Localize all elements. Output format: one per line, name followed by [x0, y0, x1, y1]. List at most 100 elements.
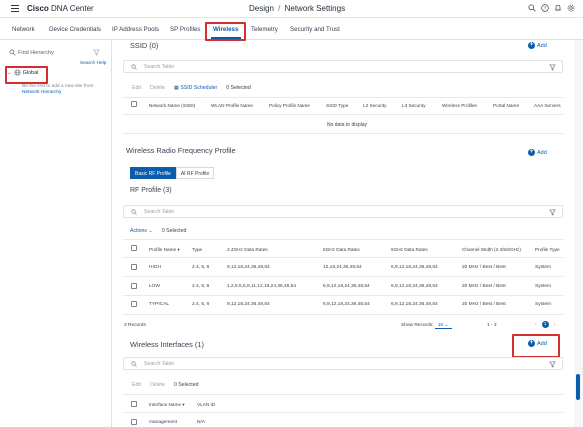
current-page[interactable]: 1 — [541, 321, 549, 328]
col-type[interactable]: Type — [192, 247, 202, 252]
rf-page-range: 1 - 3 — [487, 323, 497, 328]
help-icon[interactable]: ? — [541, 4, 549, 12]
add-rf-profile-button[interactable]: + Add — [528, 149, 547, 156]
wi-actions-bar: Edit Delete 0 Selected — [132, 382, 198, 388]
col-wireless-profiles[interactable]: Wireless Profiles — [442, 103, 477, 108]
rf-profile-type-toggle: Basic RF Profile AI RF Profile — [130, 167, 215, 179]
rf-select-all-checkbox[interactable] — [131, 245, 137, 251]
col-profile-name[interactable]: Profile Name ▾ — [149, 247, 180, 253]
tab-telemetry[interactable]: Telemetry — [251, 26, 278, 33]
search-icon — [9, 49, 16, 56]
rf-selected-count: 0 Selected — [161, 228, 187, 234]
rf-pagination: ‹ 1 › — [535, 321, 555, 328]
tab-ip-address-pools[interactable]: IP Address Pools — [112, 26, 159, 33]
ssid-scheduler-button[interactable]: ▦ SSID Scheduler — [174, 85, 217, 91]
filter-icon[interactable] — [549, 361, 556, 368]
wi-select-all-checkbox[interactable] — [131, 401, 137, 407]
ssid-search-input[interactable]: Search Table — [123, 60, 563, 73]
page-scrollbar[interactable] — [574, 40, 583, 427]
scrollbar-thumb[interactable] — [576, 374, 580, 400]
ssid-empty-message: No data to display — [327, 122, 368, 128]
highlight-global-node — [5, 66, 48, 84]
wi-edit-button[interactable]: Edit — [132, 382, 141, 388]
tab-device-credentials[interactable]: Device Credentials — [49, 26, 101, 33]
col-profile-type[interactable]: Profile Type — [535, 247, 560, 252]
col-portal-name[interactable]: Portal Name — [493, 103, 519, 108]
rf-record-count: 3 Records — [124, 323, 146, 328]
svg-text:?: ? — [544, 6, 547, 11]
ssid-selected-count: 0 Selected — [226, 85, 251, 91]
col-interface-name[interactable]: Interface Name ▾ — [149, 402, 185, 408]
network-hierarchy-link[interactable]: Network Hierarchy — [22, 90, 108, 96]
search-icon[interactable] — [528, 4, 536, 12]
plus-icon: + — [528, 42, 535, 49]
empty-hierarchy-hint: Be the first to add a new site from Netw… — [22, 84, 108, 96]
notifications-icon[interactable] — [554, 4, 562, 12]
ssid-actions-bar: Edit Delete ▦ SSID Scheduler 0 Selected — [132, 85, 251, 91]
rf-actions-dropdown[interactable]: Actions ⌄ — [130, 228, 153, 234]
rf-section-title: Wireless Radio Frequency Profile — [126, 146, 236, 155]
col-ssid-type[interactable]: SSID Type — [326, 103, 348, 108]
row-checkbox[interactable] — [131, 264, 137, 270]
search-icon — [131, 209, 137, 215]
ssid-edit-button[interactable]: Edit — [132, 85, 141, 91]
next-page-icon[interactable]: › — [554, 322, 556, 328]
highlight-add-interface — [512, 334, 560, 358]
search-help-link[interactable]: Search Help — [80, 61, 106, 66]
col-l3-security[interactable]: L3 Security — [402, 103, 425, 108]
product-title: Cisco DNA Center — [27, 4, 94, 13]
ssid-delete-button[interactable]: Delete — [150, 85, 165, 91]
col-vlan-id[interactable]: VLAN ID — [197, 402, 215, 407]
ai-rf-profile-tab[interactable]: AI RF Profile — [175, 167, 215, 179]
col-channel-width[interactable]: Channel Width (2.4/5/6GHz) — [462, 247, 521, 252]
rf-search-input[interactable]: Search Table — [123, 205, 563, 218]
hierarchy-panel — [0, 40, 112, 427]
wi-search-input[interactable]: Search Table — [123, 357, 563, 370]
settings-icon[interactable] — [567, 4, 575, 12]
settings-tabs: Network Device Credentials IP Address Po… — [0, 20, 583, 40]
col-wlan-profile[interactable]: WLAN Profile Name — [211, 103, 253, 108]
calendar-icon: ▦ — [173, 85, 179, 91]
hierarchy-search-placeholder: Find Hierarchy — [18, 50, 54, 56]
col-network-name[interactable]: Network Name (SSID) — [149, 103, 195, 108]
breadcrumb-section[interactable]: Design — [249, 4, 274, 13]
breadcrumb-page: Network Settings — [284, 4, 346, 13]
filter-icon[interactable] — [549, 209, 556, 216]
rf-actions-bar: Actions ⌄ 0 Selected — [130, 228, 186, 234]
basic-rf-profile-tab[interactable]: Basic RF Profile — [130, 167, 176, 179]
wi-delete-button[interactable]: Delete — [150, 382, 165, 388]
tab-sp-profiles[interactable]: SP Profiles — [170, 26, 201, 33]
row-checkbox[interactable] — [131, 283, 137, 289]
hierarchy-search-input[interactable]: Find Hierarchy — [8, 48, 106, 58]
breadcrumb: Design / Network Settings — [249, 4, 346, 13]
wireless-interfaces-title: Wireless Interfaces (1) — [130, 340, 204, 349]
row-checkbox[interactable] — [131, 419, 137, 425]
col-5ghz-rates[interactable]: 5GHz Data Rates — [323, 247, 360, 252]
ssid-section-title: SSID (0) — [130, 41, 159, 50]
search-icon — [131, 64, 137, 70]
filter-icon[interactable] — [93, 49, 100, 56]
add-ssid-button[interactable]: + Add — [528, 42, 547, 49]
sort-desc-icon: ▾ — [177, 247, 180, 252]
search-icon — [131, 361, 137, 367]
menu-icon[interactable] — [11, 5, 19, 12]
col-6ghz-rates[interactable]: 6GHz Data Rates — [391, 247, 428, 252]
show-records-control: Show Records: 10 ⌄ — [401, 323, 452, 329]
col-24ghz-rates[interactable]: 2.4GHz Data Rates — [227, 247, 268, 252]
tab-network[interactable]: Network — [12, 26, 35, 33]
row-checkbox[interactable] — [131, 301, 137, 307]
chevron-down-icon: ⌄ — [148, 228, 153, 234]
col-policy-profile[interactable]: Policy Profile Name — [269, 103, 310, 108]
filter-icon[interactable] — [549, 64, 556, 71]
wi-selected-count: 0 Selected — [173, 382, 199, 388]
plus-icon: + — [528, 149, 535, 156]
ssid-select-all-checkbox[interactable] — [131, 101, 137, 107]
top-bar: Cisco DNA Center Design / Network Settin… — [0, 0, 583, 18]
col-aaa-servers[interactable]: AAA Servers — [534, 103, 561, 108]
rf-profile-subtitle: RF Profile (3) — [130, 187, 172, 194]
show-records-select[interactable]: 10 ⌄ — [434, 323, 452, 329]
tab-security-and-trust[interactable]: Security and Trust — [290, 26, 340, 33]
prev-page-icon[interactable]: ‹ — [535, 322, 537, 328]
highlight-wireless-tab — [205, 22, 246, 41]
col-l2-security[interactable]: L2 Security — [363, 103, 386, 108]
